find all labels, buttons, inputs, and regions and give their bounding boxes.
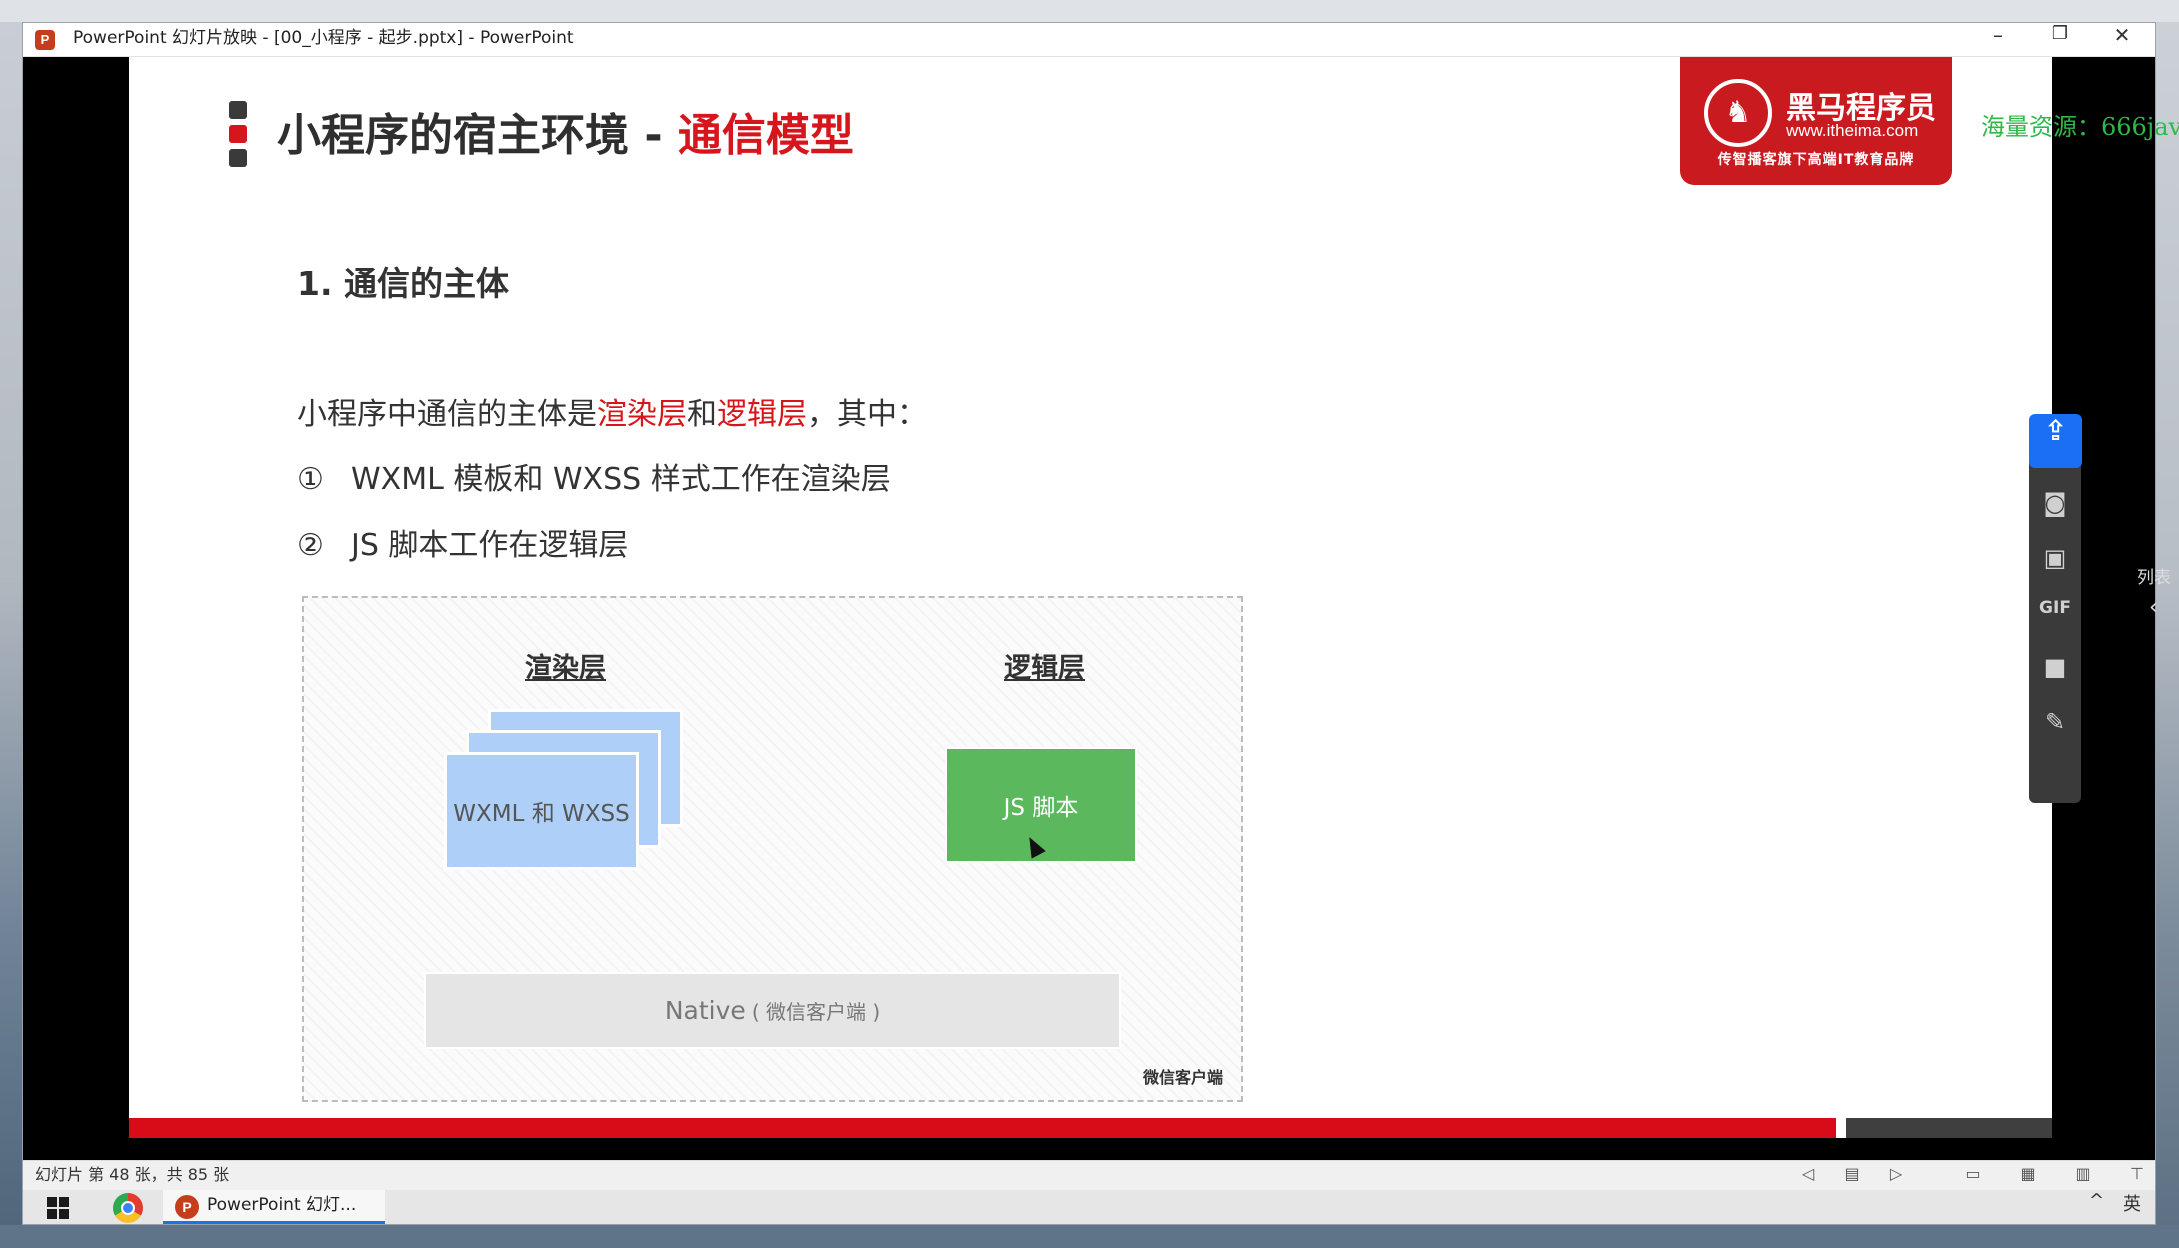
slide-counter: 幻灯片 第 48 张，共 85 张 [35, 1165, 230, 1184]
list-text: JS 脚本工作在逻辑层 [351, 528, 629, 563]
chrome-icon[interactable] [113, 1193, 143, 1223]
pen-icon[interactable]: ✎ [2035, 708, 2075, 748]
image-capture-icon[interactable]: ▣ [2035, 544, 2075, 584]
slide-footer-bar [129, 1118, 1836, 1138]
render-layer-heading: 渲染层 [525, 653, 606, 684]
intro-render-layer: 渲染层 [597, 397, 687, 432]
window-title: PowerPoint 幻灯片放映 - [00_小程序 - 起步.pptx] - … [73, 28, 574, 48]
desktop-top-edge [0, 0, 2179, 22]
native-sublabel: ( 微信客户端 ) [751, 1000, 881, 1024]
communication-diagram: 渲染层 逻辑层 WXML 和 WXSS JS 脚本 Native( 微信客户端 … [302, 596, 1243, 1102]
minimize-button[interactable]: – [1967, 23, 2029, 57]
native-label: Native [664, 996, 746, 1025]
video-record-icon[interactable]: ■ [2035, 653, 2075, 693]
powerpoint-window: P PowerPoint 幻灯片放映 - [00_小程序 - 起步.pptx] … [22, 22, 2179, 1225]
desktop-right-edge [2156, 22, 2179, 1248]
list-number: ② [297, 528, 324, 563]
slide-title: 小程序的宿主环境 - 通信模型 [277, 99, 854, 169]
list-number: ① [297, 462, 324, 497]
intro-and: 和 [687, 397, 717, 432]
camera-icon[interactable]: ◙ [2035, 489, 2075, 529]
wxml-wxss-label: WXML 和 WXSS [453, 801, 630, 827]
share-icon[interactable]: ⇪ [2029, 414, 2082, 468]
diagram-caption: 微信客户端 [1142, 1068, 1223, 1087]
next-slide-icon[interactable]: ▷ [1884, 1164, 1908, 1188]
list-item: ② JS 脚本工作在逻辑层 [297, 520, 628, 564]
slide-title-highlight: 通信模型 [677, 110, 854, 161]
native-client-box: Native( 微信客户端 ) [424, 972, 1121, 1049]
list-text: WXML 模板和 WXSS 样式工作在渲染层 [351, 462, 891, 497]
powerpoint-taskbar-icon: P [175, 1195, 199, 1219]
intro-before: 小程序中通信的主体是 [297, 397, 597, 432]
intro-line: 小程序中通信的主体是渲染层和逻辑层，其中： [297, 389, 927, 433]
desktop-bottom-edge [0, 1225, 2179, 1248]
watermark: 海量资源：666java [1981, 113, 2179, 141]
taskbar-powerpoint-label: PowerPoint 幻灯... [207, 1195, 357, 1215]
intro-logic-layer: 逻辑层 [717, 397, 807, 432]
section-heading: 1. 通信的主体 [297, 264, 509, 303]
logo-slogan: 传智播客旗下高端IT教育品牌 [1717, 152, 1915, 168]
slideshow-view-icon[interactable]: ⊤ [2125, 1164, 2149, 1188]
title-marker-icon [229, 101, 247, 167]
logic-layer-heading: 逻辑层 [1004, 653, 1085, 684]
logo-url: www.itheima.com [1786, 121, 1919, 140]
windows-start-icon[interactable] [33, 1190, 83, 1224]
reading-view-icon[interactable]: ▥ [2071, 1164, 2095, 1188]
slide[interactable]: 小程序的宿主环境 - 通信模型 ♞ 黑马程序员 www.itheima.com … [129, 57, 2052, 1138]
page-card-front: WXML 和 WXSS [444, 752, 639, 870]
intro-after: ，其中： [807, 397, 927, 432]
input-method-indicator[interactable]: 英 [2123, 1190, 2141, 1216]
gif-icon[interactable]: GIF [2035, 598, 2075, 638]
status-bar: 幻灯片 第 48 张，共 85 张 ◁ ▤ ▷ ▭ ▦ ▥ ⊤ [23, 1160, 2155, 1190]
slide-sorter-icon[interactable]: ▦ [2016, 1164, 2040, 1188]
list-item: ① WXML 模板和 WXSS 样式工作在渲染层 [297, 454, 891, 498]
normal-view-icon[interactable]: ▭ [1961, 1164, 1985, 1188]
chevron-left-icon[interactable]: ‹ [2149, 595, 2158, 620]
slideshow-area[interactable]: 小程序的宿主环境 - 通信模型 ♞ 黑马程序员 www.itheima.com … [23, 57, 2179, 1160]
taskbar-powerpoint-item[interactable]: P PowerPoint 幻灯... [163, 1190, 385, 1224]
title-bar[interactable]: P PowerPoint 幻灯片放映 - [00_小程序 - 起步.pptx] … [23, 23, 2155, 57]
list-panel-label[interactable]: 列表 [2137, 563, 2171, 588]
powerpoint-app-icon: P [35, 30, 55, 50]
slide-menu-icon[interactable]: ▤ [1840, 1164, 1864, 1188]
tray-chevron-icon[interactable]: ^ [2089, 1190, 2104, 1211]
slide-footer-accent [1846, 1118, 2052, 1138]
desktop-left-edge [0, 22, 22, 1248]
taskbar: P PowerPoint 幻灯... ^ 英 [23, 1190, 2155, 1224]
previous-slide-icon[interactable]: ◁ [1796, 1164, 1820, 1188]
horse-logo-icon: ♞ [1704, 79, 1772, 147]
brand-logo: ♞ 黑马程序员 www.itheima.com 传智播客旗下高端IT教育品牌 [1680, 57, 1952, 185]
slide-title-prefix: 小程序的宿主环境 - [277, 110, 678, 161]
restore-button[interactable]: ❐ [2029, 23, 2091, 57]
close-button[interactable]: ✕ [2091, 23, 2153, 57]
